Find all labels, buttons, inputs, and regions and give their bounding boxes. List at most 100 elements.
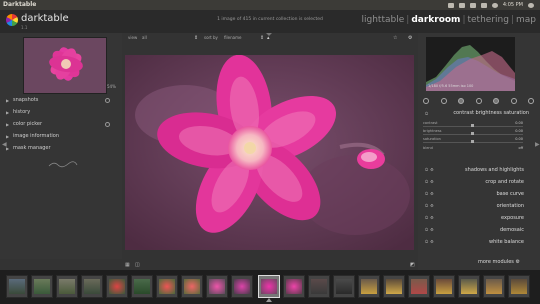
view-filter-select[interactable]: all [142,35,147,40]
star-icon[interactable]: ☆ [393,35,397,41]
tone-icon[interactable] [475,98,482,104]
clock[interactable]: 4:05 PM [503,2,523,8]
module-demosaic[interactable]: ⏻⚙ demosaic [421,225,536,235]
navigation-thumbnail[interactable] [23,37,107,94]
gear-icon[interactable]: ⚙ [408,35,412,41]
module-toggle-icon[interactable]: ⏻⚙ [425,167,436,172]
module-toggle-icon[interactable]: ⏻⚙ [425,179,436,184]
module-shadows-highlights[interactable]: ⏻⚙ shadows and highlights [421,165,536,175]
film-thumbnail[interactable] [6,275,28,298]
view-tethering[interactable]: tethering [467,15,508,25]
blend-value[interactable]: off [518,146,523,150]
module-mask-manager[interactable]: ▶ mask manager [6,143,112,153]
film-thumbnail[interactable] [508,275,530,298]
module-white-balance[interactable]: ⏻⚙ white balance [421,237,536,247]
module-snapshots[interactable]: ▶ snapshots [6,95,112,105]
keyboard-icon[interactable] [458,2,465,8]
module-label: mask manager [13,145,51,151]
sort-arrows-icon[interactable]: ⇕ [194,35,198,41]
module-base-curve[interactable]: ⏻⚙ base curve [421,189,536,199]
module-crop-rotate[interactable]: ⏻⚙ crop and rotate [421,177,536,187]
film-thumbnail[interactable] [383,275,405,298]
effect-icon[interactable] [528,98,534,104]
film-thumbnail[interactable] [81,275,103,298]
bottom-panel-toggle-icon[interactable] [266,298,272,302]
slider-handle[interactable] [471,140,474,143]
sort-order-icon[interactable]: ⇕ [260,35,264,41]
right-arrow-icon[interactable]: ▶ [535,141,540,148]
saturation-slider[interactable]: saturation 0.00 [423,135,523,143]
module-contrast-brightness-saturation[interactable]: ⏻ contrast brightness saturation [421,109,536,118]
correct-icon[interactable] [510,98,517,104]
film-thumbnail[interactable] [106,275,128,298]
expand-arrow-icon: ▶ [6,121,10,127]
brightness-slider[interactable]: brightness 0.00 [423,127,523,135]
basic-icon[interactable] [458,98,464,104]
module-color-picker[interactable]: ▶ color picker [6,119,112,129]
color-icon[interactable] [493,98,499,104]
film-thumbnail[interactable] [483,275,505,298]
view-darkroom[interactable]: darkroom [411,15,460,25]
view-lighttable[interactable]: lighttable [362,15,405,25]
film-thumbnail-selected[interactable] [258,275,280,298]
app-header: darktable 1.1 1 image of 415 in current … [0,10,540,33]
histogram[interactable] [426,37,515,91]
style-icon[interactable]: ◫ [135,262,140,268]
module-toggle-icon[interactable]: ⏻⚙ [425,203,436,208]
film-thumbnail[interactable] [156,275,178,298]
module-history[interactable]: ▶ history [6,107,112,117]
reset-icon[interactable] [105,98,110,103]
module-label: crop and rotate [485,179,524,185]
film-thumbnail[interactable] [308,275,330,298]
expand-arrow-icon: ▶ [6,109,10,115]
power-icon[interactable] [423,98,429,104]
center-toolbar: view all ⇕ sort by filename ⇕ ▴ ☆ ⚙ [122,33,418,43]
contrast-slider[interactable]: contrast 0.00 [423,119,523,127]
histogram-graph [426,37,515,91]
film-thumbnail[interactable] [56,275,78,298]
module-toggle-icon[interactable]: ⏻⚙ [425,191,436,196]
module-image-information[interactable]: ▶ image information [6,131,112,141]
zoom-level[interactable]: 54% [107,84,116,89]
module-toggle-icon[interactable]: ⏻ [425,111,428,116]
slider-label: brightness [423,129,442,133]
color-profile-icon[interactable]: ◩ [410,262,415,268]
slider-value: 0.00 [515,137,523,141]
module-label: demosaic [500,227,524,233]
film-thumbnail[interactable] [408,275,430,298]
sort-label: sort by [204,35,218,40]
circle-icon[interactable] [440,98,447,104]
module-toggle-icon[interactable]: ⏻⚙ [425,227,436,232]
film-thumbnail[interactable] [181,275,203,298]
expand-arrow-icon: ▶ [6,133,10,139]
film-thumbnail[interactable] [358,275,380,298]
film-thumbnail[interactable] [333,275,355,298]
power-menu-icon[interactable] [528,2,534,8]
more-modules-button[interactable]: more modules ⚙ [478,259,520,265]
film-thumbnail[interactable] [31,275,53,298]
darktable-signature-icon [48,161,78,168]
module-toggle-icon[interactable]: ⏻⚙ [425,239,436,244]
sort-select[interactable]: filename [224,35,241,40]
slider-value: 0.00 [515,121,523,125]
film-thumbnail[interactable] [458,275,480,298]
module-exposure[interactable]: ⏻⚙ exposure [421,213,536,223]
film-thumbnail[interactable] [433,275,455,298]
reset-icon[interactable] [105,122,110,127]
grid-icon[interactable]: ▦ [125,262,130,268]
darktable-logo-icon [6,14,18,26]
image-canvas[interactable] [125,55,414,250]
volume-icon[interactable] [491,2,498,8]
network-icon[interactable] [469,2,476,8]
film-thumbnail[interactable] [131,275,153,298]
view-map[interactable]: map [516,15,536,25]
module-orientation[interactable]: ⏻⚙ orientation [421,201,536,211]
film-thumbnail[interactable] [206,275,228,298]
sort-direction-icon[interactable]: ▴ [267,35,270,41]
film-thumbnail[interactable] [231,275,253,298]
blend-select[interactable]: blend off [423,146,523,152]
module-toggle-icon[interactable]: ⏻⚙ [425,215,436,220]
battery-icon[interactable] [480,2,487,8]
film-thumbnail[interactable] [283,275,305,298]
mail-icon[interactable] [447,2,454,8]
